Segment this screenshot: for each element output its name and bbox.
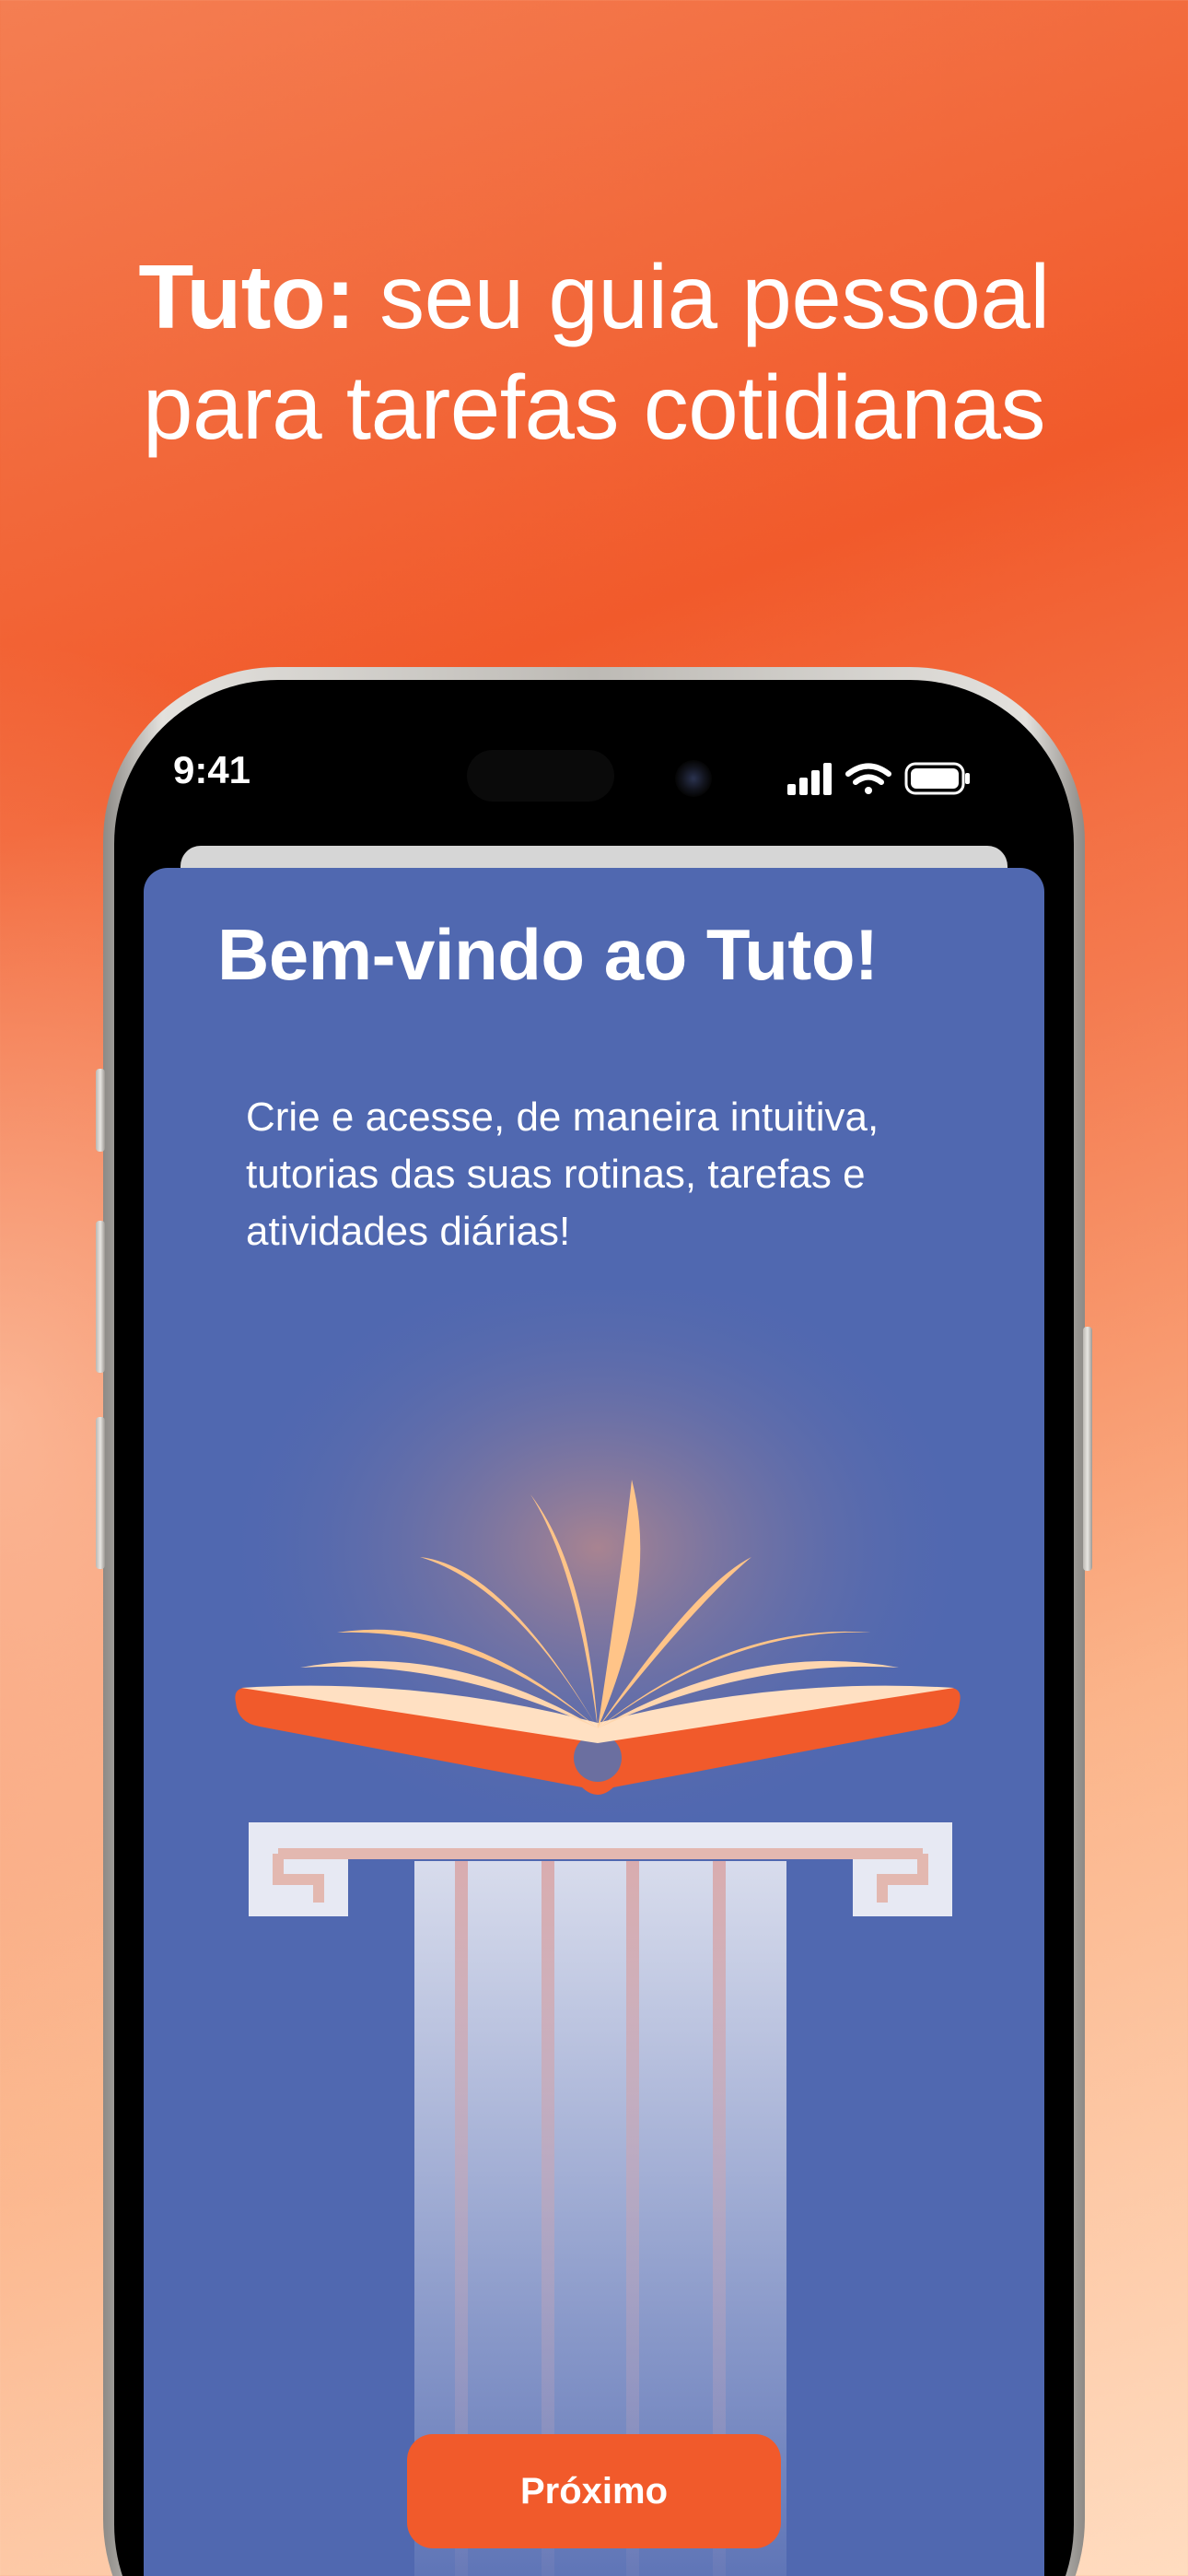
status-time: 9:41 [172, 748, 251, 791]
headline-line-1: Tuto: seu guia pessoal [0, 241, 1188, 352]
cellular-signal-icon [787, 763, 832, 795]
headline-line-1-rest: seu guia pessoal [355, 246, 1050, 347]
status-icons [787, 762, 970, 795]
phone-power-button [1083, 1327, 1092, 1571]
book-on-pillar-icon [211, 1290, 984, 2576]
promo-headline: Tuto: seu guia pessoal para tarefas coti… [0, 241, 1188, 463]
phone-volume-up-button [96, 1221, 105, 1373]
battery-icon [904, 762, 970, 795]
headline-line-2: para tarefas cotidianas [143, 357, 1045, 458]
welcome-description: Crie e acesse, de maneira intuitiva, tut… [246, 1095, 879, 1254]
wifi-icon [845, 763, 891, 794]
front-camera [675, 760, 712, 797]
phone-volume-down-button [96, 1417, 105, 1569]
phone-action-button [96, 1069, 105, 1152]
welcome-title: Bem-vindo ao Tuto! [217, 914, 879, 995]
headline-brand: Tuto: [138, 246, 355, 347]
dynamic-island [467, 750, 614, 802]
next-button[interactable]: Próximo [407, 2434, 781, 2548]
